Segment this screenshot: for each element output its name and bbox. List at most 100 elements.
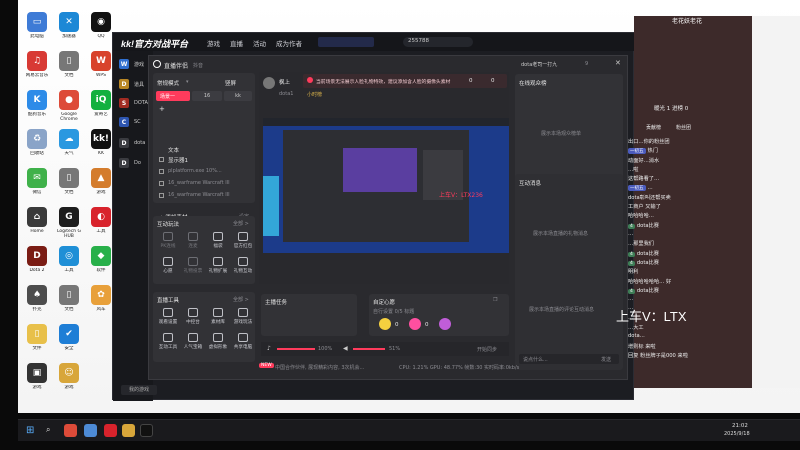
desktop-icon[interactable]: ⌂ Home (22, 207, 52, 239)
chat-message[interactable]: 哈哈哈哈哈哈… 好 (628, 278, 671, 285)
chat-message[interactable]: 明利 (628, 268, 638, 275)
speaker-volume-slider[interactable] (353, 348, 385, 350)
tool-button[interactable]: 官方红包 (232, 232, 254, 249)
source-item[interactable]: 16_warframe Warcraft III (159, 191, 251, 201)
taskbar-kk-icon[interactable] (140, 424, 153, 437)
chat-message[interactable]: 一初五 热门 (628, 147, 658, 155)
avatar[interactable] (263, 77, 275, 89)
tool-button[interactable]: 共享电脑 (232, 333, 254, 350)
source-item[interactable]: plplatform.exe 10%... (159, 167, 251, 177)
tab-fans[interactable]: 粉丝团 (676, 124, 691, 131)
chat-message[interactable]: …那里我们 (628, 240, 654, 247)
tool-button[interactable]: 礼物扩展 (207, 257, 229, 274)
mode-selector[interactable]: 常规模式 (157, 79, 179, 87)
chat-message[interactable]: …大工 (628, 324, 644, 331)
source-item[interactable]: 显示器1 (159, 155, 251, 165)
tool-button[interactable]: PK连线 (157, 232, 179, 249)
desktop-icon[interactable]: ♠ 扑克 (22, 285, 52, 317)
add-scene-button[interactable]: + (159, 105, 165, 113)
desktop-icon[interactable]: ▯ 文件 (22, 324, 52, 356)
orientation-toggle[interactable]: 竖屏 (225, 79, 236, 87)
desktop-icon[interactable]: ☺ 游戏 (54, 363, 84, 395)
desktop-icon[interactable]: G Logitech G HUB (54, 207, 84, 239)
desktop-icon[interactable]: ◎ 工具 (54, 246, 84, 278)
desktop-icon[interactable]: ▭ 此电脑 (22, 12, 52, 44)
chat-message[interactable]: 这帮路看了… (628, 175, 659, 182)
kk-my-games-button[interactable]: 我的游戏 (121, 385, 157, 395)
header-user[interactable]: dota老司一打九 (521, 61, 557, 68)
source-item[interactable]: 16_warframe Warcraft III (159, 179, 251, 189)
tools-more-link[interactable]: 全部 > (233, 296, 249, 303)
kk-side-item-6[interactable]: D (119, 158, 129, 168)
desktop-icon[interactable]: ▯ 文档 (54, 285, 84, 317)
speaker-icon[interactable]: ◀ (343, 345, 348, 352)
chat-message[interactable]: 4 dota比赛 (628, 250, 659, 257)
kk-search-input[interactable]: 255788 (403, 37, 473, 47)
hourly-rank[interactable]: 小时榜 (307, 91, 322, 98)
kk-banner[interactable] (318, 37, 374, 47)
desktop-icon[interactable]: ▯ 文档 (54, 168, 84, 200)
eye-icon[interactable] (159, 181, 164, 186)
chat-message[interactable]: dota彰叫还帮买卖 (628, 194, 671, 201)
tool-button[interactable]: 福袋 (207, 232, 229, 249)
chat-message[interactable]: 4 dota比赛 (628, 222, 659, 229)
tool-button[interactable]: 礼物投票 (182, 257, 204, 274)
kk-nav-author[interactable]: 成为作者 (276, 38, 302, 48)
kk-side-item-3[interactable]: S (119, 98, 129, 108)
send-button[interactable]: 发送 (601, 356, 611, 363)
tool-button[interactable]: 游戏玩法 (232, 308, 254, 325)
eye-icon[interactable] (159, 169, 164, 174)
chevron-down-icon[interactable]: ▾ (186, 79, 189, 85)
tool-button[interactable]: 素材库 (207, 308, 229, 325)
eye-icon[interactable] (159, 157, 164, 162)
chat-message[interactable]: 动面好…消水 (628, 157, 659, 164)
desktop-icon[interactable]: ▣ 游戏 (22, 363, 52, 395)
taskbar-chrome-icon[interactable] (64, 424, 77, 437)
chat-message[interactable]: 回复 粉丝牌子是000 来啦 (628, 352, 688, 359)
desktop-icon[interactable]: ☁ 天气 (54, 129, 84, 161)
sync-button[interactable]: 开始同步 (477, 346, 497, 353)
chat-message[interactable]: 增则标 来啦 (628, 343, 656, 350)
kk-nav-events[interactable]: 活动 (253, 38, 266, 48)
tool-button[interactable]: 观看设置 (157, 308, 179, 325)
tool-button[interactable]: 礼物互动 (232, 257, 254, 274)
chat-message[interactable]: … (628, 231, 633, 237)
chat-input[interactable]: 说点什么... 发送 (519, 354, 619, 364)
taskbar-time[interactable]: 21:02 (732, 423, 748, 429)
desktop-icon[interactable]: ✔ 安全 (54, 324, 84, 356)
scene-tab-active[interactable]: 场景一 (156, 91, 190, 101)
stream-preview[interactable]: 上车V：LTX236 (263, 118, 509, 253)
tool-button[interactable]: 中控台 (182, 308, 204, 325)
kk-side-item-5[interactable]: D (119, 138, 129, 148)
chat-message[interactable]: 哈哈哈哈… (628, 212, 654, 219)
kk-nav-games[interactable]: 游戏 (207, 38, 220, 48)
chat-message[interactable]: dota… (628, 333, 645, 339)
kk-nav-live[interactable]: 直播 (230, 38, 243, 48)
mic-icon[interactable]: ♪ (267, 345, 271, 352)
mic-volume-slider[interactable] (277, 348, 315, 350)
kk-logo[interactable]: kk!官方对战平台 (121, 37, 188, 50)
kk-side-item-2[interactable]: D (119, 79, 129, 89)
desktop-icon[interactable]: K 酷狗音乐 (22, 90, 52, 122)
chat-message[interactable]: 一初五… (628, 184, 653, 191)
chat-message[interactable]: 4 dota比赛 (628, 259, 659, 266)
chat-message[interactable]: … (628, 296, 633, 302)
chat-message[interactable]: 出口…你的粉丝团 (628, 138, 670, 145)
kk-side-item-4[interactable]: C (119, 117, 129, 127)
taskbar-date[interactable]: 2025/9/18 (724, 431, 750, 437)
chat-message[interactable]: 工商户 又输了 (628, 203, 661, 210)
tool-button[interactable]: 心愿 (157, 257, 179, 274)
desktop-icon[interactable]: ♻ 回收站 (22, 129, 52, 161)
eye-icon[interactable] (159, 193, 164, 198)
tab-rank[interactable]: 贡献榜 (646, 124, 661, 131)
resolution-tab[interactable]: 16 (192, 91, 222, 101)
tool-button[interactable]: 连麦 (182, 232, 204, 249)
taskbar-app-icon[interactable] (84, 424, 97, 437)
windows-start-icon[interactable]: ⊞ (26, 425, 34, 436)
desktop-icon[interactable]: ▯ 文档 (54, 51, 84, 83)
copy-icon[interactable]: ❐ (493, 297, 497, 303)
tool-button[interactable]: 互动工具 (157, 333, 179, 350)
desktop-icon[interactable]: ✕ 加速器 (54, 12, 84, 44)
desktop-icon[interactable]: ● Google Chrome (54, 90, 84, 122)
taskbar-game-icon[interactable] (122, 424, 135, 437)
